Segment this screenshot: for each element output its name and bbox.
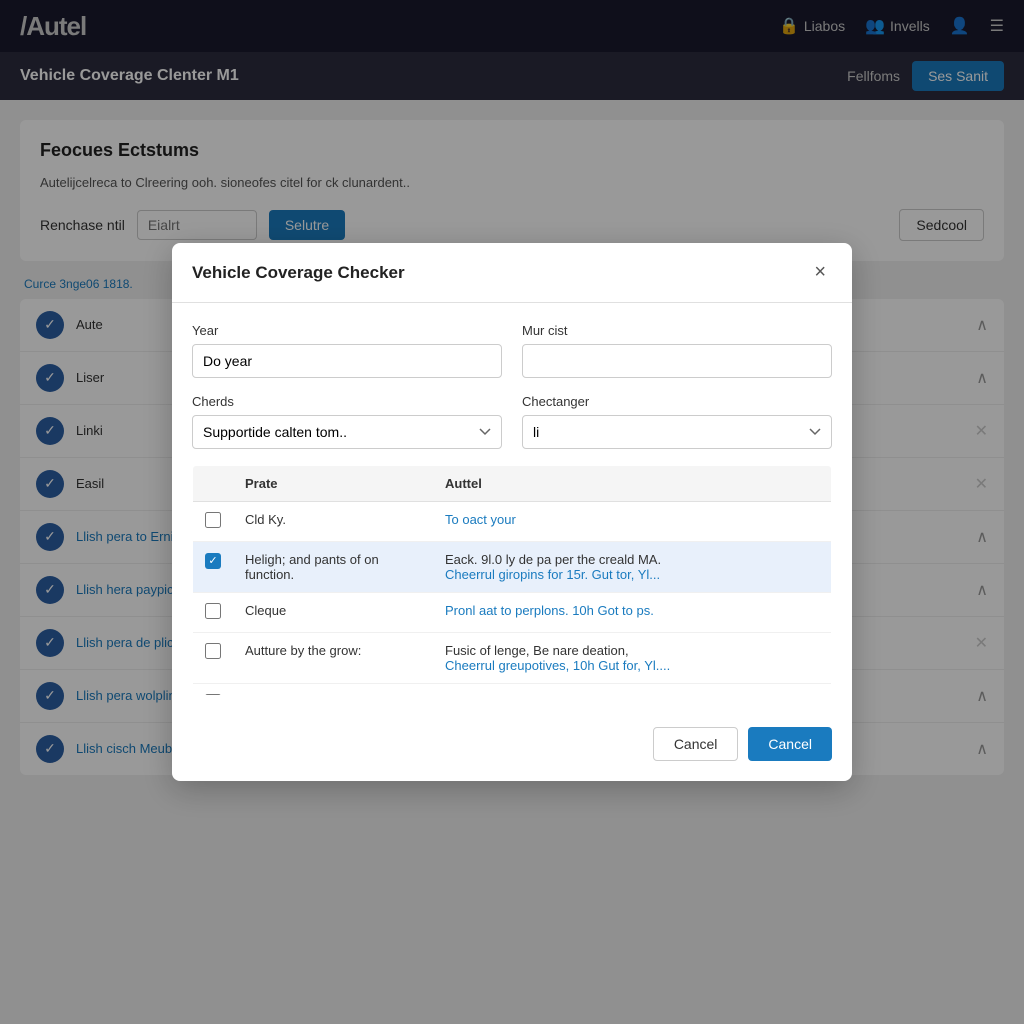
cherds-label: Cherds bbox=[192, 394, 502, 409]
modal-table: Prate Auttel Cld Ky. To oact your ✓ bbox=[192, 465, 832, 695]
table-row: ✓ Heligh; and pants of on function. Eack… bbox=[193, 542, 832, 593]
year-label: Year bbox=[192, 323, 502, 338]
modal-footer: Cancel Cancel bbox=[172, 715, 852, 781]
table-row: Autture by the grow: Fusic of lenge, Be … bbox=[193, 633, 832, 684]
table-row: Ectinies Progast sevel of for tibor flly… bbox=[193, 684, 832, 696]
table-row: Cleque Pronl aat to perplons. 10h Got to… bbox=[193, 593, 832, 633]
chectanger-group: Chectanger li bbox=[522, 394, 832, 449]
modal-body: Year Mur cist Cherds Supportide calten t… bbox=[172, 303, 852, 715]
col-auttel: Auttel bbox=[433, 466, 832, 502]
modal-form: Year Mur cist Cherds Supportide calten t… bbox=[192, 323, 832, 449]
row-checkbox[interactable] bbox=[205, 512, 221, 528]
modal: Vehicle Coverage Checker × Year Mur cist… bbox=[172, 243, 852, 781]
modal-title: Vehicle Coverage Checker bbox=[192, 263, 405, 283]
row-checkbox[interactable] bbox=[205, 603, 221, 619]
mur-input[interactable] bbox=[522, 344, 832, 378]
chectanger-label: Chectanger bbox=[522, 394, 832, 409]
table-head: Prate Auttel bbox=[193, 466, 832, 502]
row-checkbox[interactable] bbox=[205, 694, 221, 695]
col-checkbox bbox=[193, 466, 234, 502]
table-body: Cld Ky. To oact your ✓ Heligh; and pants… bbox=[193, 502, 832, 696]
cherds-group: Cherds Supportide calten tom.. bbox=[192, 394, 502, 449]
chectanger-select[interactable]: li bbox=[522, 415, 832, 449]
col-prate: Prate bbox=[233, 466, 433, 502]
modal-header: Vehicle Coverage Checker × bbox=[172, 243, 852, 303]
modal-close-button[interactable]: × bbox=[808, 259, 832, 286]
row-checkbox-checked[interactable]: ✓ bbox=[205, 553, 221, 569]
year-input[interactable] bbox=[192, 344, 502, 378]
row-checkbox[interactable] bbox=[205, 643, 221, 659]
mur-group: Mur cist bbox=[522, 323, 832, 378]
cancel-button[interactable]: Cancel bbox=[653, 727, 739, 761]
mur-label: Mur cist bbox=[522, 323, 832, 338]
modal-overlay[interactable]: Vehicle Coverage Checker × Year Mur cist… bbox=[0, 0, 1024, 1024]
cherds-select[interactable]: Supportide calten tom.. bbox=[192, 415, 502, 449]
year-group: Year bbox=[192, 323, 502, 378]
table-row: Cld Ky. To oact your bbox=[193, 502, 832, 542]
confirm-button[interactable]: Cancel bbox=[748, 727, 832, 761]
modal-table-container: Prate Auttel Cld Ky. To oact your ✓ bbox=[192, 465, 832, 695]
